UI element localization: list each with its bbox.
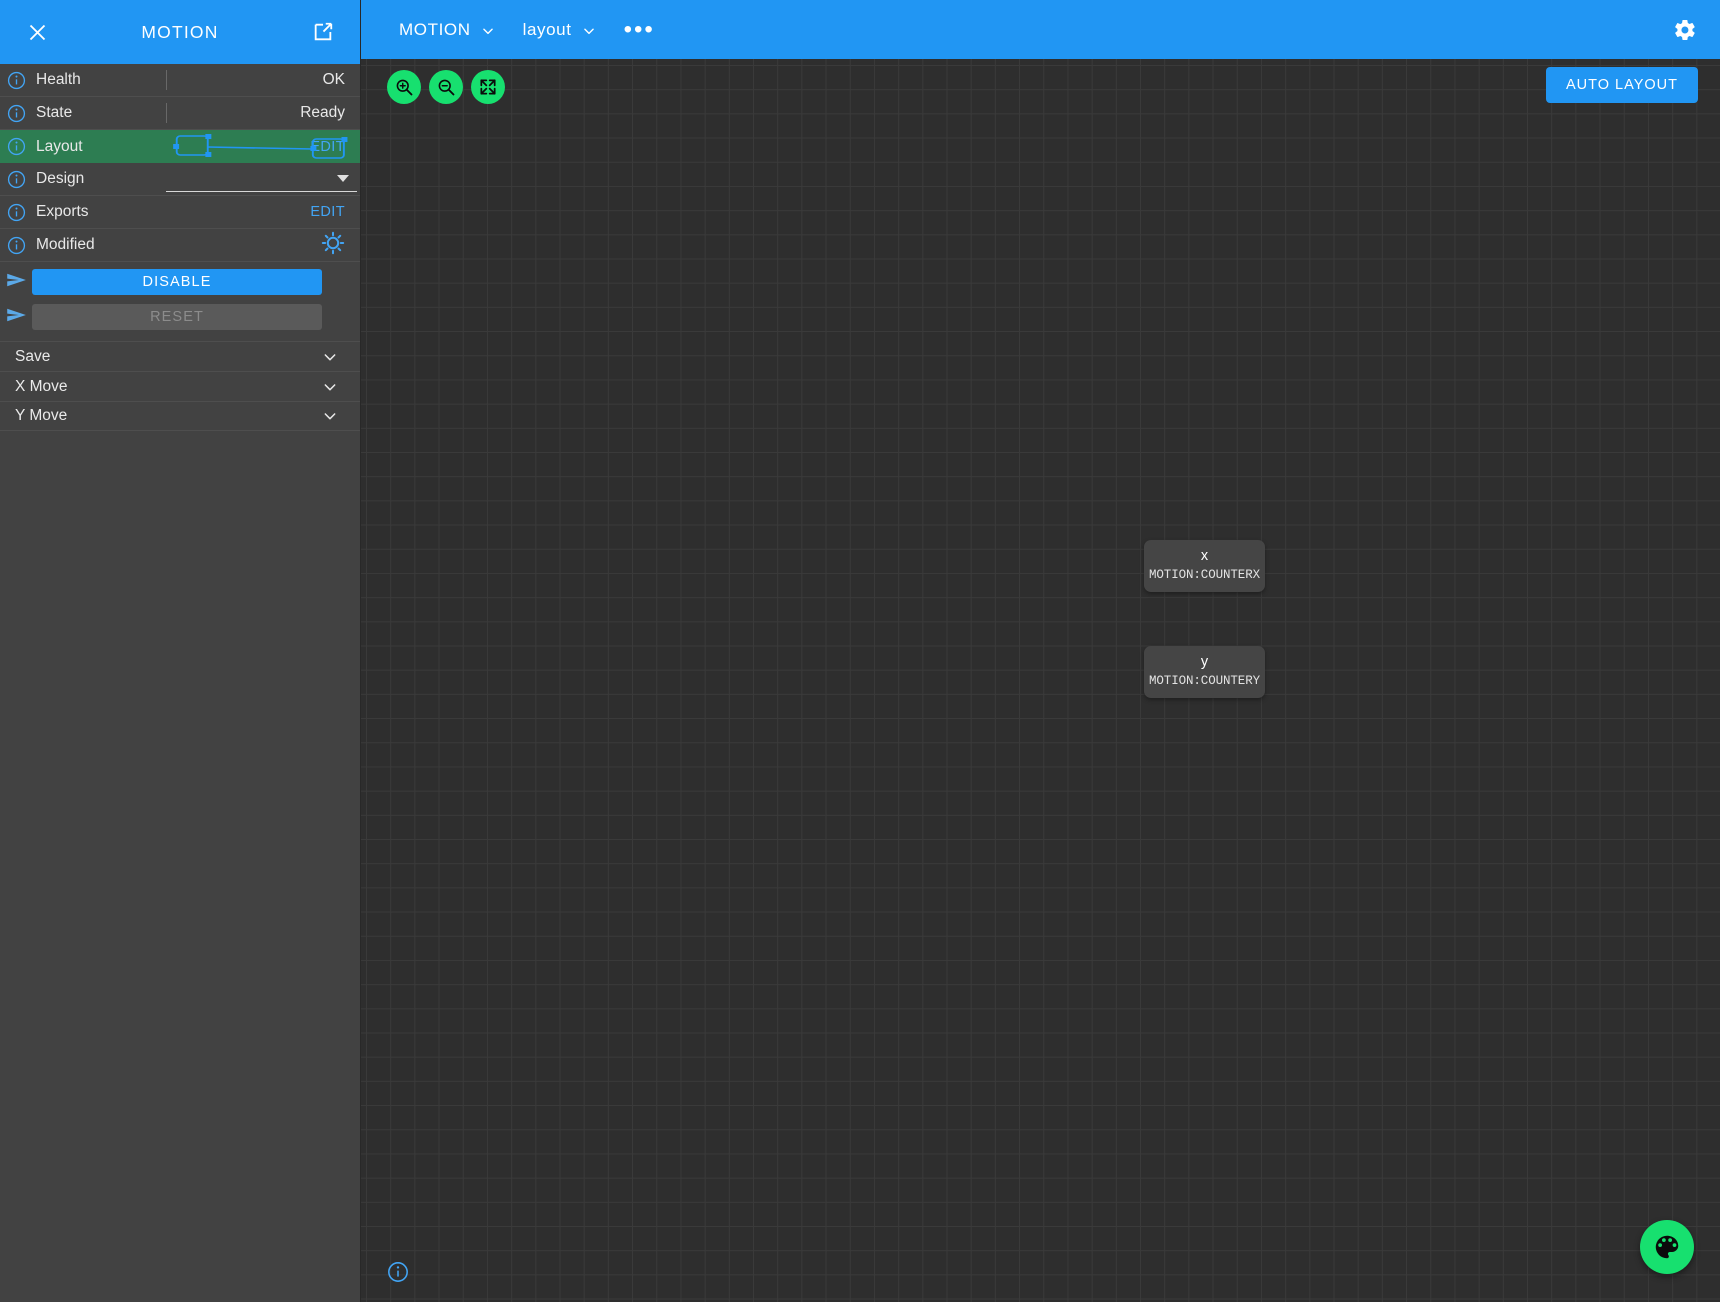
info-circle-icon[interactable]: [387, 1261, 409, 1283]
property-row-health: Health OK: [0, 64, 360, 97]
send-arrow-icon: [6, 307, 28, 328]
main-panel: MOTION layout •••: [361, 0, 1720, 1302]
node-subtitle: MOTION:COUNTERY: [1144, 672, 1265, 690]
chevron-down-icon: [322, 408, 338, 424]
magnify-plus-icon[interactable]: [387, 70, 421, 104]
node-title: y: [1144, 653, 1265, 672]
property-list: Health OK State Ready Layout EDIT: [0, 64, 360, 262]
action-row-disable: DISABLE: [0, 267, 360, 297]
section-label: Save: [15, 348, 322, 366]
property-label: Modified: [36, 236, 166, 254]
property-row-design[interactable]: Design: [0, 163, 360, 196]
property-label: State: [36, 104, 166, 122]
app-root: MOTION Health OK: [0, 0, 1720, 1302]
chevron-down-icon: [322, 379, 338, 395]
sidebar-header: MOTION: [0, 0, 360, 64]
graph-canvas[interactable]: AUTO LAYOUT x MOTION:COUNTERX y MOTION:C…: [361, 59, 1720, 1302]
gear-icon[interactable]: [1670, 15, 1700, 45]
divider: [166, 70, 167, 90]
section-label: Y Move: [15, 407, 322, 425]
menu-layout-label: layout: [523, 20, 572, 40]
design-dropdown[interactable]: [166, 163, 357, 196]
divider: [166, 103, 167, 123]
node-subtitle: MOTION:COUNTERX: [1144, 566, 1265, 584]
property-label: Design: [36, 170, 166, 188]
property-row-exports: Exports EDIT: [0, 196, 360, 229]
property-label: Exports: [36, 203, 166, 221]
info-circle-icon: [7, 203, 26, 222]
property-row-state: State Ready: [0, 97, 360, 130]
menu-layout[interactable]: layout: [523, 20, 596, 40]
collapsible-sections: Save X Move Y Move: [0, 341, 360, 431]
property-row-layout[interactable]: Layout EDIT: [0, 130, 360, 163]
info-circle-icon: [7, 104, 26, 123]
graph-node-y[interactable]: y MOTION:COUNTERY: [1144, 646, 1265, 698]
open-in-new-icon[interactable]: [308, 17, 338, 47]
sidebar: MOTION Health OK: [0, 0, 361, 1302]
action-row-reset: RESET: [0, 302, 360, 332]
sidebar-title: MOTION: [0, 22, 360, 43]
node-title: x: [1144, 547, 1265, 566]
magnify-minus-icon[interactable]: [429, 70, 463, 104]
section-save[interactable]: Save: [0, 341, 360, 371]
auto-layout-button[interactable]: AUTO LAYOUT: [1546, 67, 1698, 103]
info-circle-icon: [7, 170, 26, 189]
modified-value: [166, 231, 360, 260]
info-circle-icon: [7, 71, 26, 90]
send-arrow-icon: [6, 272, 28, 293]
close-icon[interactable]: [22, 17, 52, 47]
property-label: Health: [36, 71, 166, 89]
info-circle-icon: [7, 236, 26, 255]
chevron-down-icon: [481, 23, 495, 37]
sun-gear-icon[interactable]: [321, 231, 345, 260]
menu-motion-label: MOTION: [399, 20, 471, 40]
chevron-down-icon: [337, 175, 349, 182]
info-circle-icon: [7, 137, 26, 156]
reset-button[interactable]: RESET: [32, 304, 322, 330]
section-y-move[interactable]: Y Move: [0, 401, 360, 431]
palette-icon[interactable]: [1640, 1220, 1694, 1274]
disable-button[interactable]: DISABLE: [32, 269, 322, 295]
chevron-down-icon: [582, 23, 596, 37]
field-underline: [166, 191, 357, 192]
property-row-modified: Modified: [0, 229, 360, 262]
layout-edit-link[interactable]: EDIT: [166, 139, 360, 155]
zoom-controls: [387, 70, 505, 104]
more-horizontal-icon[interactable]: •••: [624, 25, 655, 35]
property-value-health: OK: [171, 71, 360, 89]
graph-node-x[interactable]: x MOTION:COUNTERX: [1144, 540, 1265, 592]
section-label: X Move: [15, 378, 322, 396]
property-label: Layout: [36, 138, 166, 156]
property-value-state: Ready: [171, 104, 360, 122]
fullscreen-arrows-icon[interactable]: [471, 70, 505, 104]
section-x-move[interactable]: X Move: [0, 371, 360, 401]
top-toolbar: MOTION layout •••: [361, 0, 1720, 59]
chevron-down-icon: [322, 349, 338, 365]
menu-motion[interactable]: MOTION: [399, 20, 495, 40]
exports-edit-link[interactable]: EDIT: [166, 204, 360, 220]
